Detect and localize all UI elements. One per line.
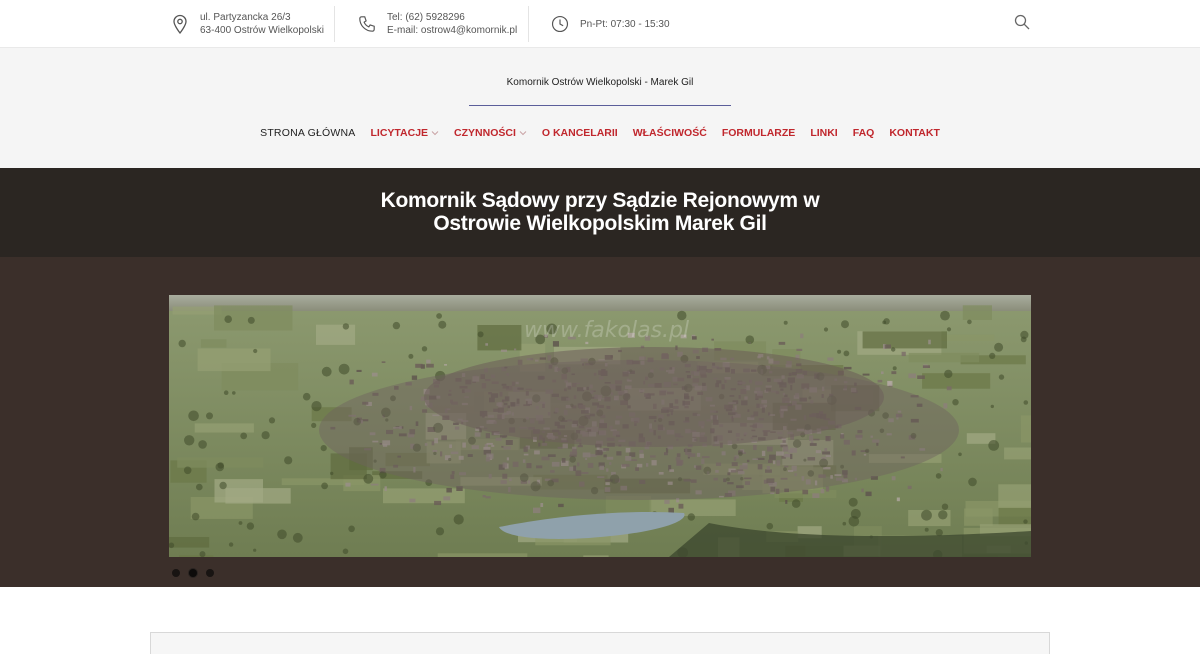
- nav-item-label: Czynności: [454, 127, 516, 139]
- nav-item-label: Kontakt: [889, 127, 940, 139]
- chevron-down-icon: [431, 129, 439, 137]
- nav-item-o-kancelarii[interactable]: O kancelarii: [542, 127, 618, 139]
- topbar-divider: [528, 6, 529, 42]
- opening-hours: Pn-Pt: 07:30 - 15:30: [580, 18, 670, 30]
- contact-block: Tel: (62) 5928296 E-mail: ostrow4@komorn…: [357, 6, 517, 42]
- slider-dot[interactable]: [172, 569, 180, 577]
- search-icon[interactable]: [1014, 14, 1030, 34]
- slider-dot[interactable]: [206, 569, 214, 577]
- hours-block: Pn-Pt: 07:30 - 15:30: [550, 6, 670, 42]
- nav-item-właściwość[interactable]: Właściwość: [633, 127, 707, 139]
- page-title: Komornik Sądowy przy Sądzie Rejonowym w …: [0, 189, 1200, 235]
- email-address[interactable]: E-mail: ostrow4@komornik.pl: [387, 24, 517, 37]
- nav-item-label: O kancelarii: [541, 127, 618, 139]
- slider-pagination: [172, 569, 223, 577]
- address-line-1: ul. Partyzancka 26/3: [200, 12, 291, 23]
- nav-item-strona-główna[interactable]: Strona główna: [260, 127, 355, 139]
- nav-item-kontakt[interactable]: Kontakt: [889, 127, 940, 139]
- nav-item-label: Licytacje: [370, 127, 429, 139]
- page-title-line-1: Komornik Sądowy przy Sądzie Rejonowym w: [380, 189, 820, 212]
- clock-icon: [550, 14, 570, 34]
- nav-item-label: Strona główna: [260, 127, 356, 139]
- slide-watermark: www.fakolas.pl: [524, 318, 689, 343]
- title-underline: [469, 105, 731, 106]
- address-line-2: 63-400 Ostrów Wielkopolski: [200, 25, 324, 36]
- chevron-down-icon: [519, 129, 527, 137]
- nav-item-faq[interactable]: FAQ: [853, 127, 875, 139]
- page-title-line-2: Ostrowie Wielkopolskim Marek Gil: [433, 212, 767, 235]
- content-box: [150, 632, 1050, 654]
- nav-item-label: Właściwość: [632, 127, 707, 139]
- map-pin-icon: [170, 14, 190, 34]
- slider-dot[interactable]: [189, 569, 197, 577]
- site-title[interactable]: Komornik Ostrów Wielkopolski - Marek Gil: [0, 77, 1200, 88]
- nav-item-formularze[interactable]: Formularze: [722, 127, 796, 139]
- top-info-bar: ul. Partyzancka 26/3 63-400 Ostrów Wielk…: [0, 0, 1200, 48]
- phone-icon: [357, 14, 377, 34]
- slide-image-aerial-city[interactable]: www.fakolas.pl: [169, 295, 1031, 557]
- search-button[interactable]: [1014, 14, 1032, 32]
- address-block: ul. Partyzancka 26/3 63-400 Ostrów Wielk…: [170, 6, 324, 42]
- nav-item-czynności[interactable]: Czynności: [454, 127, 527, 139]
- nav-item-linki[interactable]: Linki: [810, 127, 837, 139]
- image-slider: www.fakolas.pl: [0, 257, 1200, 587]
- nav-item-label: Linki: [810, 127, 838, 139]
- phone-number[interactable]: Tel: (62) 5928296: [387, 11, 517, 24]
- nav-item-label: Formularze: [721, 127, 796, 139]
- nav-item-licytacje[interactable]: Licytacje: [370, 127, 439, 139]
- main-navigation: Strona główna Licytacje Czynności O kancela…: [0, 127, 1200, 139]
- nav-item-label: FAQ: [852, 127, 875, 139]
- page-title-band: Komornik Sądowy przy Sądzie Rejonowym w …: [0, 168, 1200, 257]
- site-header: Komornik Ostrów Wielkopolski - Marek Gil…: [0, 48, 1200, 168]
- topbar-divider: [334, 6, 335, 42]
